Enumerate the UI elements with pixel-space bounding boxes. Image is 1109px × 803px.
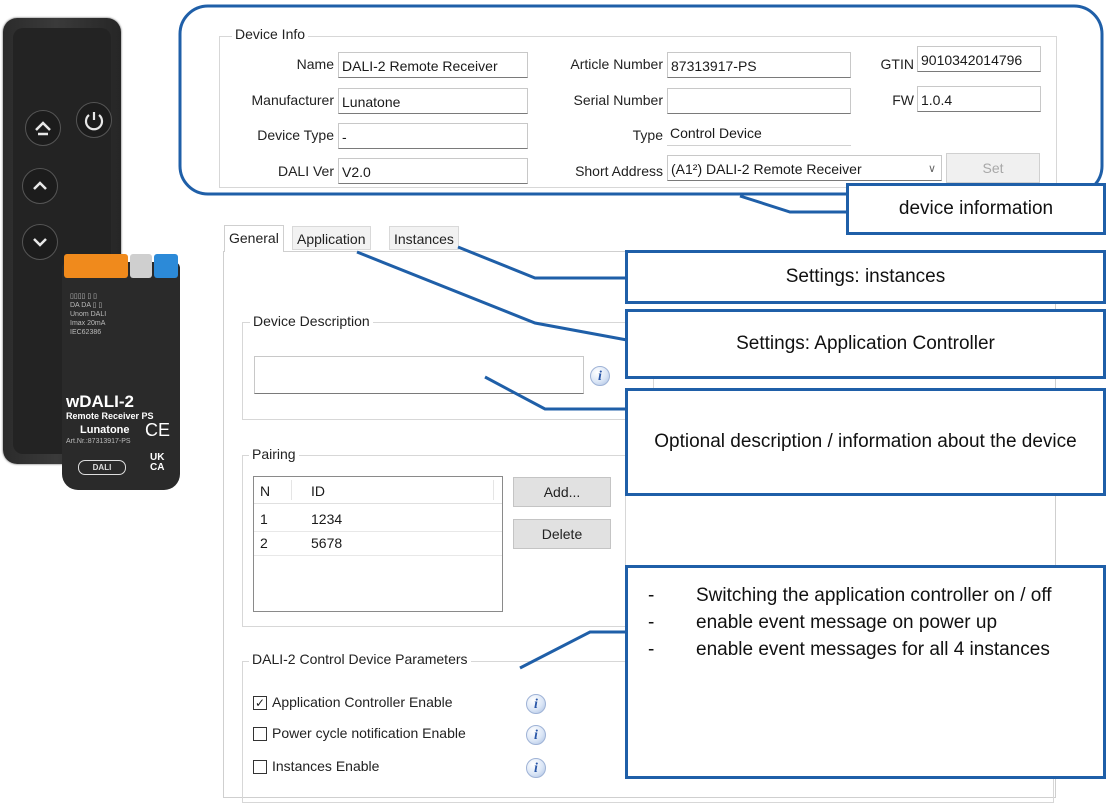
- callout-description: Optional description / information about…: [625, 388, 1106, 496]
- bullet-item: - enable event messages for all 4 instanc…: [648, 636, 1052, 663]
- callout-parameters: - Switching the application controller on…: [625, 565, 1106, 779]
- bullet-text: Switching the application controller on …: [696, 585, 1052, 606]
- bullet-text: enable event messages for all 4 instance…: [696, 639, 1050, 660]
- bullet-text: enable event message on power up: [696, 612, 998, 633]
- leader-device-info: [739, 194, 848, 214]
- callout-instances: Settings: instances: [625, 250, 1106, 304]
- leader-instances: [457, 245, 627, 280]
- callout-application-controller: Settings: Application Controller: [625, 309, 1106, 379]
- leader-application: [356, 250, 628, 342]
- callout-device-information: device information: [846, 183, 1106, 235]
- bullet-item: - enable event message on power up: [648, 609, 1052, 636]
- bullet-list: - Switching the application controller on…: [648, 582, 1052, 663]
- leader-parameters: [519, 630, 627, 670]
- device-info-highlight-frame: [178, 4, 1104, 196]
- bullet-item: - Switching the application controller on…: [648, 582, 1052, 609]
- leader-description: [484, 375, 627, 411]
